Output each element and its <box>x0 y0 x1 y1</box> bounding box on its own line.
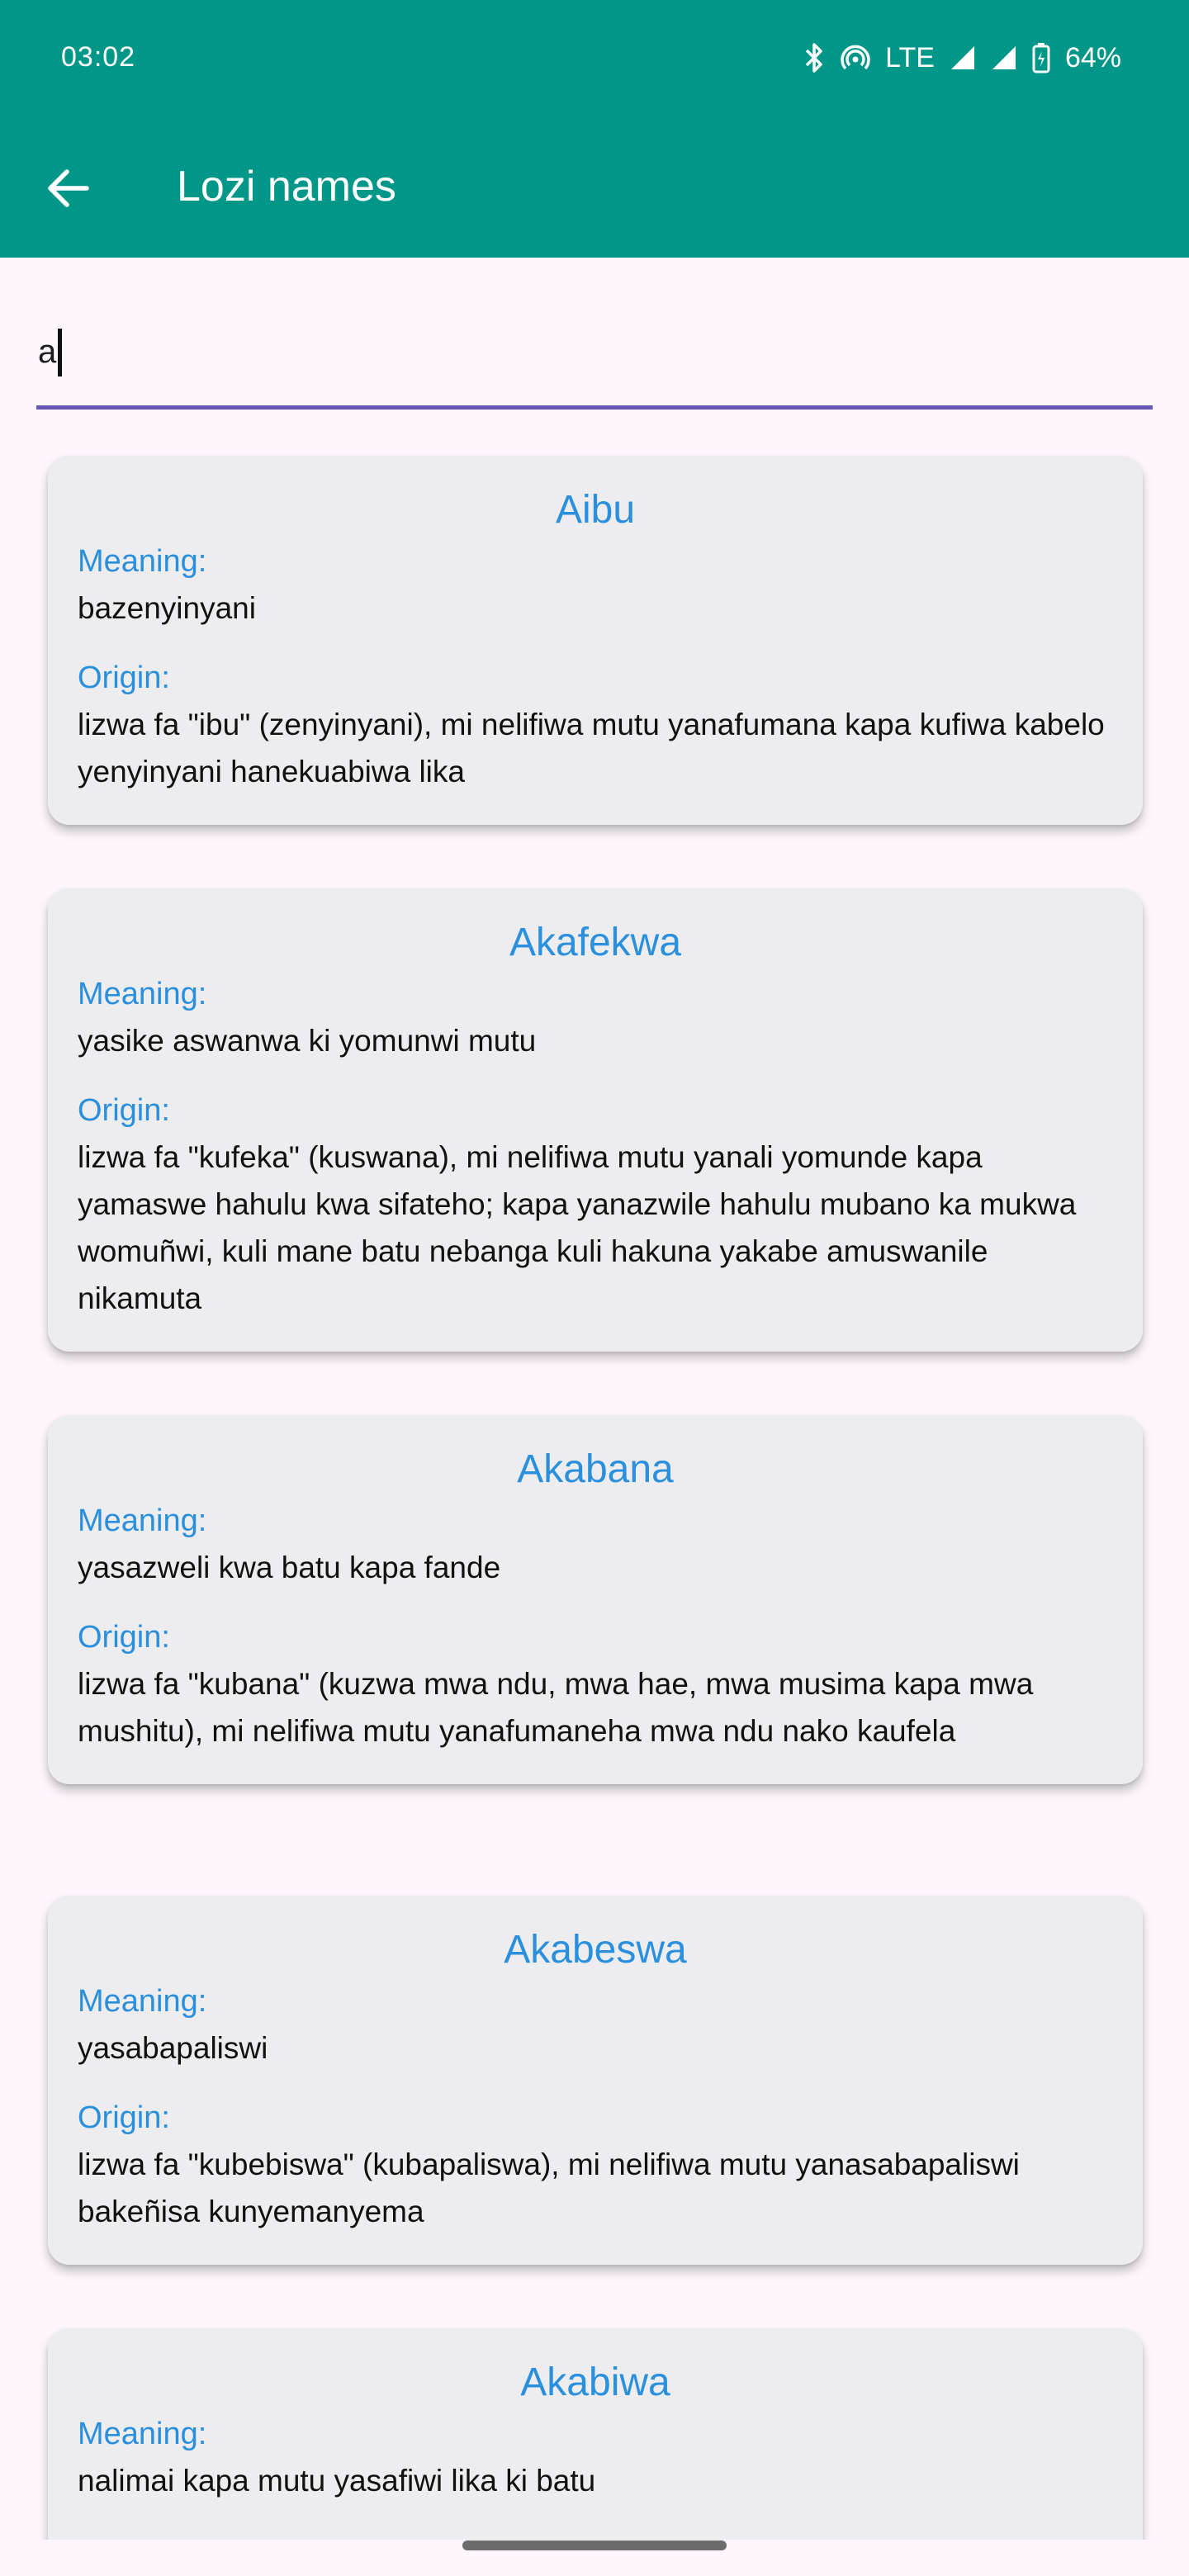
name-card[interactable]: Akabana Meaning: yasazweli kwa batu kapa… <box>48 1415 1143 1784</box>
toolbar: Lozi names <box>0 139 1189 238</box>
search-value[interactable]: a <box>38 334 56 371</box>
meaning-text: yasazweli kwa batu kapa fande <box>78 1551 501 1584</box>
page-title: Lozi names <box>177 163 396 211</box>
card-name: Akafekwa <box>509 921 682 964</box>
card-name: Akabiwa <box>520 2361 670 2404</box>
status-icons: LTE 64% <box>803 40 1121 76</box>
status-time: 03:02 <box>61 41 136 73</box>
gesture-nav-handle[interactable] <box>462 2540 727 2550</box>
signal-icon <box>950 45 976 71</box>
origin-label: Origin: <box>78 661 170 695</box>
app-bar: 03:02 LTE 64% Lozi names <box>0 0 1189 258</box>
meaning-label: Meaning: <box>78 977 207 1011</box>
names-list[interactable]: Aibu Meaning: bazenyinyani Origin: lizwa… <box>0 413 1189 2540</box>
meaning-text: nalimai kapa mutu yasafiwi lika ki batu <box>78 2464 596 2498</box>
meaning-label: Meaning: <box>78 1503 207 1538</box>
search-input[interactable]: a <box>36 305 1153 410</box>
back-button[interactable] <box>36 159 99 221</box>
name-card[interactable]: Akabiwa Meaning: nalimai kapa mutu yasaf… <box>48 2328 1143 2540</box>
origin-text: lizwa fa "kubana" (kuzwa mwa ndu, mwa ha… <box>78 1667 1034 1748</box>
meaning-text: yasabapaliswi <box>78 2031 268 2065</box>
text-cursor <box>58 329 62 376</box>
origin-text: lizwa fa "ibu" (zenyinyani), mi nelifiwa… <box>78 708 1105 788</box>
meaning-label: Meaning: <box>78 544 207 579</box>
name-card[interactable]: Aibu Meaning: bazenyinyani Origin: lizwa… <box>48 456 1143 825</box>
meaning-label: Meaning: <box>78 1984 207 2019</box>
meaning-text: yasike aswanwa ki yomunwi mutu <box>78 1024 537 1058</box>
name-card[interactable]: Akafekwa Meaning: yasike aswanwa ki yomu… <box>48 888 1143 1352</box>
status-bar: 03:02 LTE 64% <box>0 0 1189 119</box>
origin-label: Origin: <box>78 1620 170 1655</box>
origin-label: Origin: <box>78 2100 170 2135</box>
hotspot-icon <box>841 43 870 73</box>
origin-label: Origin: <box>78 1093 170 1128</box>
meaning-label: Meaning: <box>78 2417 207 2451</box>
card-name: Akabeswa <box>504 1928 687 1972</box>
origin-text: lizwa fa "kubebiswa" (kubapaliswa), mi n… <box>78 2147 1020 2228</box>
network-type: LTE <box>885 41 935 73</box>
signal-icon <box>991 45 1017 71</box>
bluetooth-icon <box>803 41 826 74</box>
arrow-back-icon <box>45 168 90 213</box>
battery-level: 64% <box>1064 41 1121 73</box>
card-name: Akabana <box>517 1447 674 1491</box>
battery-icon <box>1032 42 1050 73</box>
name-card[interactable]: Akabeswa Meaning: yasabapaliswi Origin: … <box>48 1896 1143 2265</box>
meaning-text: bazenyinyani <box>78 591 256 625</box>
origin-text: lizwa fa "kufeka" (kuswana), mi nelifiwa… <box>78 1140 1077 1315</box>
card-name: Aibu <box>555 488 636 532</box>
